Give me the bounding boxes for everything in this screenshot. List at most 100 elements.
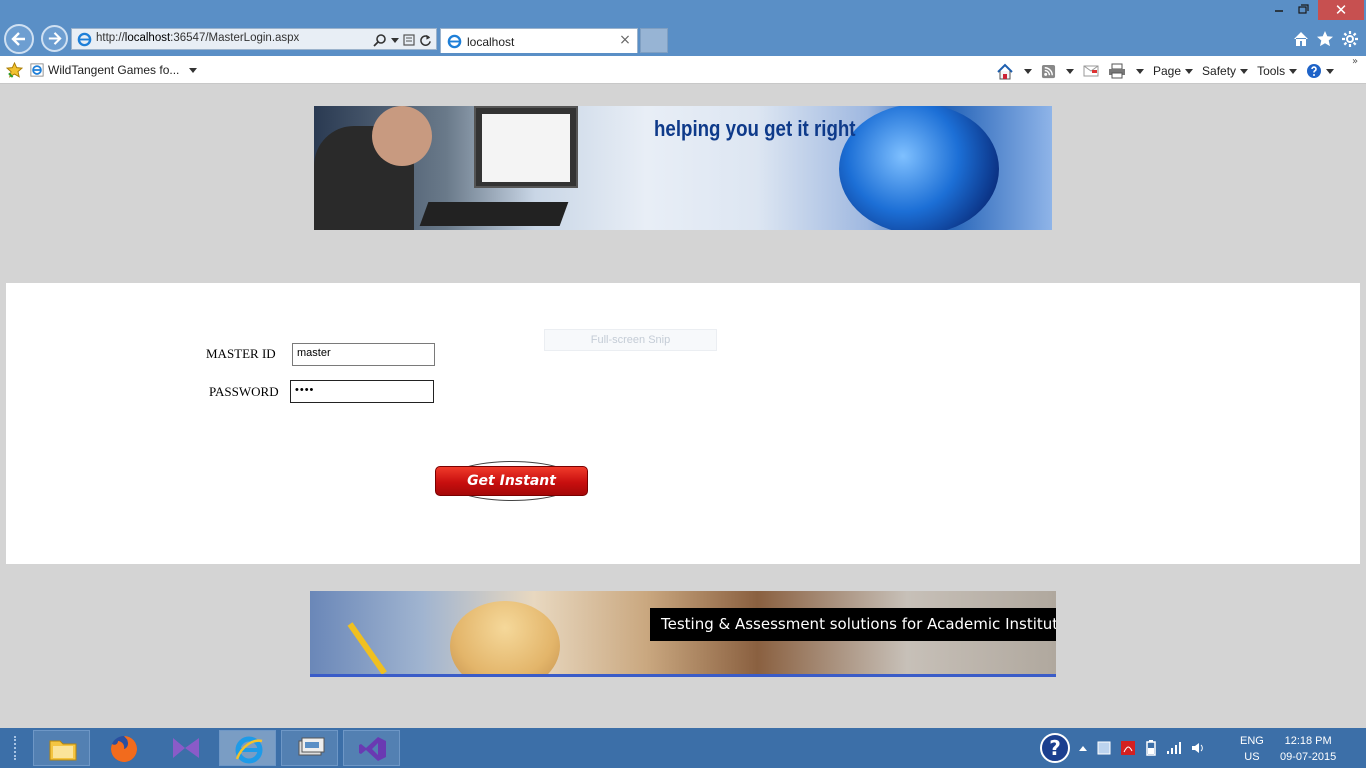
taskbar-visual-studio[interactable] [343,730,400,766]
firefox-icon [111,736,137,762]
language-code: ENG [1240,735,1264,747]
taskbar-remote-desktop[interactable] [281,730,338,766]
search-dropdown-icon[interactable] [391,37,399,43]
add-favorites-icon[interactable] [6,62,23,78]
page-menu[interactable]: Page [1153,64,1194,78]
ie-page-icon [77,32,92,47]
signal-strength-icon[interactable] [1166,741,1182,755]
banner-keyboard [419,202,569,226]
banner-child [450,601,560,674]
password-input[interactable]: •••• [290,380,434,403]
home-button[interactable] [996,63,1032,80]
login-panel: MASTER ID master PASSWORD •••• Full-scre… [6,283,1360,564]
tools-menu[interactable]: Tools [1257,64,1298,78]
tools-menu-label: Tools [1257,64,1286,78]
taskbar-firefox[interactable] [95,730,152,766]
master-id-label: MASTER ID [206,346,276,361]
get-instant-access-button[interactable]: Get Instant Access! [435,466,588,517]
snip-toolbar[interactable]: Full-screen Snip [544,329,717,351]
command-bar: WildTangent Games fo... Page Safety Tool… [0,56,1366,84]
blend-icon [173,738,199,758]
chevron-down-icon [1240,68,1249,74]
arrow-left-icon [11,32,25,46]
help-icon [1307,64,1322,78]
tab-localhost[interactable]: localhost × [440,28,638,53]
safety-menu[interactable]: Safety [1202,64,1249,78]
volume-icon[interactable] [1190,740,1206,756]
minimize-icon[interactable] [1268,0,1290,20]
footer-banner-caption: Testing & Assessment solutions for Acade… [650,608,1056,641]
visual-studio-icon [359,737,386,761]
read-mail-button[interactable] [1083,64,1099,78]
chevron-down-icon [1185,68,1194,74]
chevron-down-icon [1326,68,1335,74]
chevron-down-icon [1066,68,1074,74]
header-banner-image: helping you get it right [314,106,1052,230]
system-clock[interactable]: 12:18 PM 09-07-2015 [1280,733,1336,765]
network-share-tray-icon[interactable] [1096,740,1112,756]
address-url[interactable]: http://localhost:36547/MasterLogin.aspx [96,32,299,44]
search-icon[interactable] [373,33,387,47]
ie-favorite-icon [30,63,44,77]
mail-icon [1083,65,1099,77]
favorites-star-icon[interactable] [1316,30,1334,48]
pdf-tray-icon[interactable] [1120,740,1136,756]
command-tools: Page Safety Tools [996,60,1343,82]
help-tray-icon[interactable]: ? [1040,733,1070,763]
chevron-down-icon [1136,68,1144,74]
chevron-down-icon [1024,68,1032,74]
feeds-button[interactable] [1041,64,1074,79]
taskbar-internet-explorer[interactable] [219,730,276,766]
show-hidden-icons-icon[interactable] [1078,744,1088,752]
master-id-input[interactable]: master [292,343,435,366]
home-icon[interactable] [1292,30,1310,48]
taskbar-grip [14,736,20,760]
more-commands-icon[interactable]: » [1352,56,1358,67]
taskbar-blend[interactable] [157,730,214,766]
help-menu[interactable] [1306,63,1335,79]
footer-banner-image: Testing & Assessment solutions for Acade… [310,591,1056,677]
forward-button[interactable] [41,25,68,52]
banner-monitor [474,106,578,188]
favorite-wildtangent[interactable]: WildTangent Games fo... [30,60,198,80]
url-scheme: http:// [96,32,125,44]
back-button[interactable] [4,24,34,54]
arrow-right-icon [48,32,62,45]
clock-date: 09-07-2015 [1280,751,1337,763]
address-tools [373,31,432,49]
folder-icon [49,740,77,761]
close-window-button[interactable]: ✕ [1318,0,1364,20]
tab-title: localhost [467,35,515,49]
power-tray-icon[interactable] [1144,740,1158,756]
close-tab-icon[interactable]: × [617,32,633,48]
region-code: US [1244,751,1260,763]
banner-person-head [372,106,432,166]
address-bar[interactable]: http://localhost:36547/MasterLogin.aspx [71,28,437,50]
remote-desktop-icon [298,737,325,756]
browser-titlebar: http://localhost:36547/MasterLogin.aspx … [0,0,1366,56]
compatibility-view-icon[interactable] [403,33,415,47]
chevron-down-icon [1289,68,1298,74]
input-language[interactable]: ENG US [1240,733,1264,765]
page-menu-label: Page [1153,64,1182,78]
taskbar-file-explorer[interactable] [33,730,90,766]
new-tab-button[interactable] [640,28,668,53]
safety-menu-label: Safety [1202,64,1237,78]
url-path: :36547/MasterLogin.aspx [170,32,300,44]
banner-tagline: helping you get it right [654,116,856,141]
printer-icon [1109,63,1125,79]
system-tray: ? [1040,728,1206,768]
favorite-label: WildTangent Games fo... [48,63,180,77]
settings-gear-icon[interactable] [1341,30,1359,48]
restore-icon[interactable] [1292,0,1314,20]
clock-time: 12:18 PM [1284,735,1332,747]
print-button[interactable] [1108,63,1144,79]
chevron-down-icon [189,67,198,73]
url-host: localhost [124,32,171,44]
banner-monitor-screen [482,114,570,182]
ie-tab-icon [447,34,462,49]
rss-feed-icon [1041,64,1056,78]
home-icon [997,63,1013,79]
banner-pencil [347,622,387,674]
refresh-icon[interactable] [419,34,432,47]
